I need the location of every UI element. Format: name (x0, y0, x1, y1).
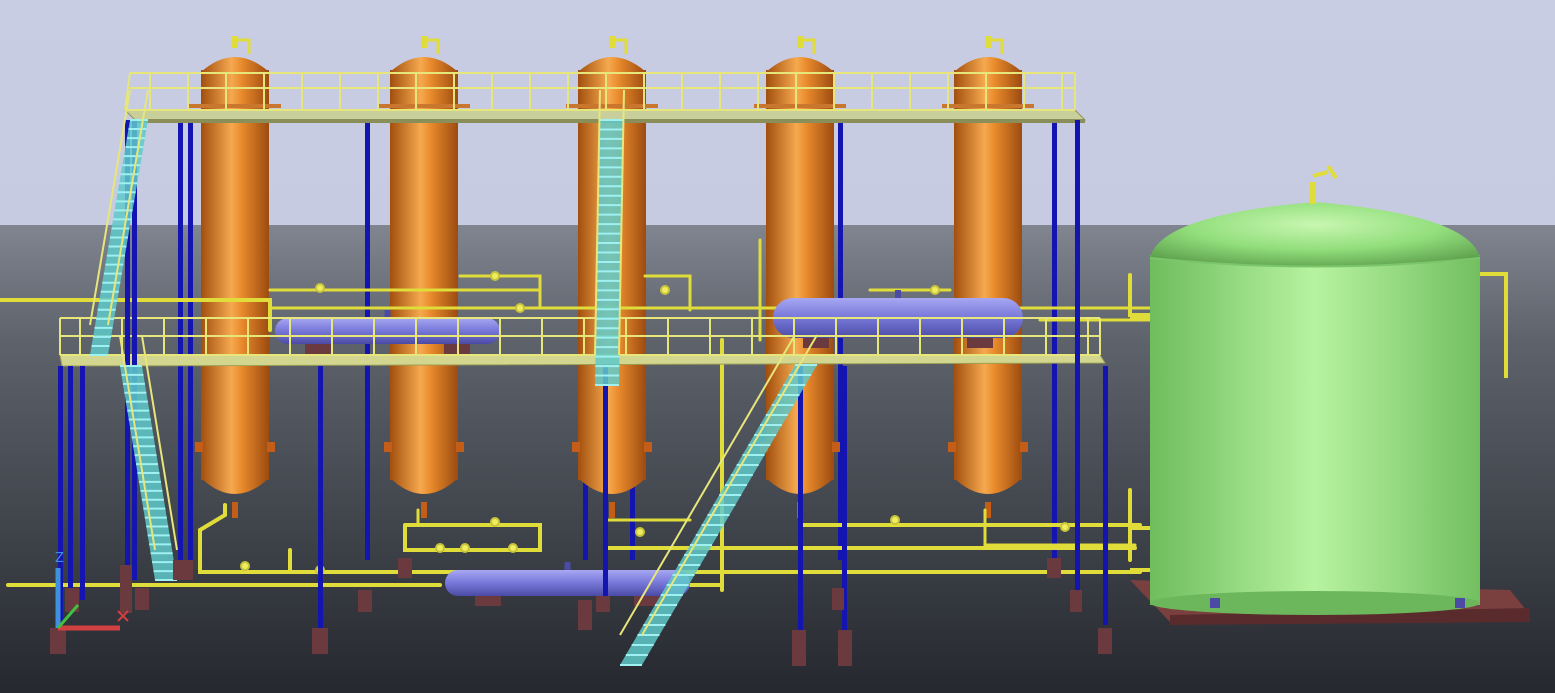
column-5[interactable] (942, 36, 1034, 518)
ucs-z-label: Z (55, 551, 64, 566)
3d-model-viewport[interactable]: Z (0, 0, 1555, 693)
plant-scene[interactable]: Z (0, 0, 1555, 693)
storage-tank (1130, 164, 1508, 615)
column-1[interactable] (189, 36, 281, 518)
column-2[interactable] (378, 36, 470, 518)
ladder-center (594, 89, 625, 386)
